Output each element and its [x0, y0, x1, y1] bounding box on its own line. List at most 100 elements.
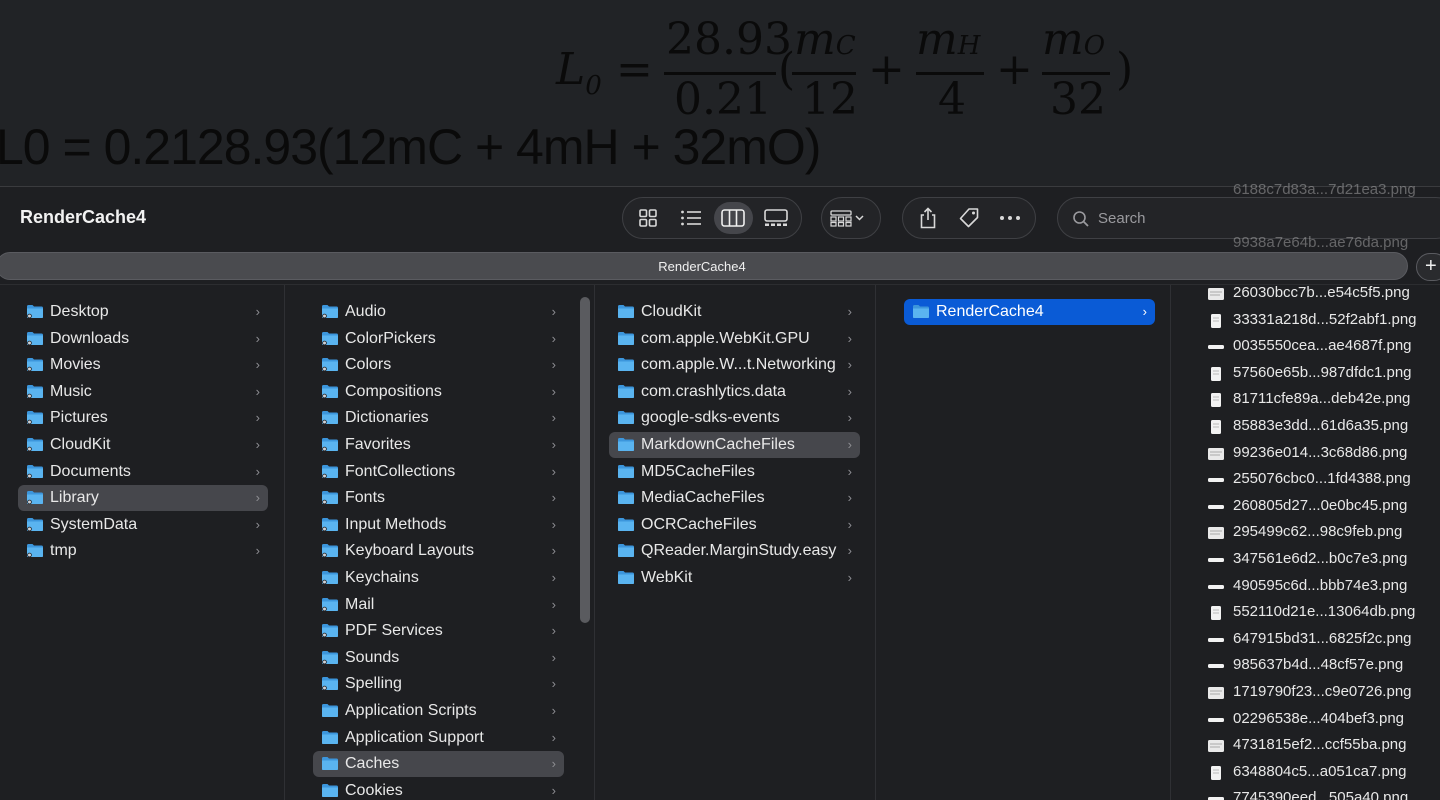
- file-row[interactable]: 347561e6d2...b0c7e3.png: [1208, 547, 1440, 573]
- file-name: 1719790f23...c9e0726.png: [1233, 683, 1412, 700]
- more-actions-button[interactable]: [992, 202, 1029, 234]
- share-icon: [920, 207, 935, 229]
- image-thumbnail-icon: [1208, 478, 1224, 483]
- image-thumbnail-icon: [1211, 606, 1221, 621]
- file-row[interactable]: 7745390eed...505a40.png: [1208, 786, 1440, 800]
- formula-lhs-var: L: [556, 44, 586, 95]
- file-row[interactable]: 260805d27...0e0bc45.png: [1208, 494, 1440, 520]
- formula-term3-num: mO: [1042, 14, 1105, 65]
- tags-button[interactable]: [950, 202, 987, 234]
- tag-icon: [959, 208, 979, 228]
- file-row[interactable]: 85883e3dd...61d6a35.png: [1208, 414, 1440, 440]
- action-group: [902, 197, 1036, 239]
- image-thumbnail-icon: [1208, 558, 1224, 562]
- image-thumbnail-icon: [1208, 664, 1224, 669]
- columns-icon: [721, 209, 746, 227]
- gallery-view-button[interactable]: [757, 202, 796, 234]
- t2-var: m: [916, 14, 958, 65]
- share-button[interactable]: [909, 202, 946, 234]
- tab-rendercache4[interactable]: RenderCache4: [0, 252, 1408, 280]
- image-thumbnail-icon: [1208, 687, 1224, 699]
- file-name: 4731815ef2...ccf55ba.png: [1233, 736, 1407, 754]
- file-row[interactable]: 26030bcc7b...e54c5f5.png: [1208, 281, 1440, 307]
- icon-view-button[interactable]: [629, 202, 668, 234]
- file-name: 57560e65b...987dfdc1.png: [1233, 363, 1412, 381]
- file-name: 99236e014...3c68d86.png: [1233, 443, 1408, 461]
- window-title: RenderCache4: [20, 207, 147, 227]
- image-thumbnail-icon: [1211, 366, 1221, 381]
- list-view-button[interactable]: [672, 202, 711, 234]
- file-row[interactable]: 57560e65b...987dfdc1.png: [1208, 361, 1440, 387]
- image-thumbnail-icon: [1208, 288, 1224, 300]
- search-field[interactable]: Search: [1057, 197, 1440, 239]
- file-name: 347561e6d2...b0c7e3.png: [1233, 550, 1408, 567]
- search-icon: [1073, 211, 1089, 227]
- image-thumbnail-icon: [1208, 504, 1224, 509]
- file-row[interactable]: 552110d21e...13064db.png: [1208, 600, 1440, 626]
- formula-term3-den: 32: [1050, 74, 1106, 125]
- file-row[interactable]: 99236e014...3c68d86.png: [1208, 441, 1440, 467]
- formula-area: L0 = 28.93 0.21 ( mC 12 + mH 4 + mO 32 )…: [0, 0, 1440, 186]
- tab-label: RenderCache4: [658, 259, 746, 274]
- file-row[interactable]: 490595c6d...bbb74e3.png: [1208, 574, 1440, 600]
- file-name: 81711cfe89a...deb42e.png: [1233, 390, 1411, 408]
- image-thumbnail-icon: [1208, 717, 1224, 722]
- image-thumbnail-icon: [1208, 527, 1224, 540]
- file-row[interactable]: 985637b4d...48cf57e.png: [1208, 653, 1440, 679]
- file-name: 85883e3dd...61d6a35.png: [1233, 417, 1409, 434]
- file-name: 985637b4d...48cf57e.png: [1233, 656, 1404, 674]
- file-row[interactable]: 295499c62...98c9feb.png: [1208, 520, 1440, 546]
- formula-open-paren: (: [778, 44, 796, 95]
- list-icon: [680, 210, 701, 226]
- gallery-icon: [763, 209, 788, 226]
- image-thumbnail-icon: [1208, 637, 1224, 642]
- file-name: 552110d21e...13064db.png: [1233, 603, 1416, 621]
- file-row[interactable]: 81711cfe89a...deb42e.png: [1208, 387, 1440, 413]
- formula-term2-den: 4: [938, 74, 966, 125]
- file-name: 7745390eed...505a40.png: [1233, 789, 1409, 800]
- t3-sub: O: [1083, 31, 1106, 61]
- file-row[interactable]: 02296538e...404bef3.png: [1208, 707, 1440, 733]
- formula-plus-1: +: [868, 44, 905, 95]
- image-thumbnail-icon: [1208, 447, 1224, 460]
- t3-var: m: [1042, 14, 1084, 65]
- file-row[interactable]: 33331a218d...52f2abf1.png: [1208, 308, 1440, 334]
- formula-term1-num: mC: [794, 14, 856, 65]
- grid-icon: [639, 209, 658, 227]
- formula-plus-2: +: [996, 44, 1033, 95]
- file-row[interactable]: 255076cbc0...1fd4388.png: [1208, 467, 1440, 493]
- formula-equals: =: [616, 44, 653, 95]
- image-thumbnail-icon: [1211, 393, 1221, 408]
- t2-sub: H: [957, 31, 981, 61]
- file-name: 260805d27...0e0bc45.png: [1233, 496, 1408, 514]
- plain-text-formula: L0 = 0.2128.93(12mC + 4mH + 32mO): [0, 119, 821, 175]
- t1-var: m: [794, 14, 836, 65]
- file-row[interactable]: 4731815ef2...ccf55ba.png: [1208, 733, 1440, 759]
- file-name: 295499c62...98c9feb.png: [1233, 523, 1403, 541]
- image-thumbnail-icon: [1208, 797, 1224, 800]
- formula-term2-num: mH: [916, 14, 980, 65]
- group-grid-icon: [830, 210, 864, 227]
- formula-close-paren: ): [1116, 44, 1134, 95]
- group-by-menu[interactable]: [821, 197, 881, 239]
- view-mode-group: [622, 197, 802, 239]
- file-name: 647915bd31...6825f2c.png: [1233, 629, 1412, 647]
- image-thumbnail-icon: [1208, 584, 1224, 589]
- file-row[interactable]: 1719790f23...c9e0726.png: [1208, 680, 1440, 706]
- column-files: 26030bcc7b...e54c5f5.png 33331a218d...52f…: [0, 284, 1440, 800]
- file-row[interactable]: 6348804c5...a051ca7.png: [1208, 760, 1440, 786]
- file-name: 26030bcc7b...e54c5f5.png: [1233, 284, 1410, 301]
- search-placeholder: Search: [1098, 210, 1146, 227]
- image-thumbnail-icon: [1208, 740, 1224, 753]
- file-name: 0035550cea...ae4687f.png: [1233, 337, 1412, 355]
- file-row[interactable]: 647915bd31...6825f2c.png: [1208, 627, 1440, 653]
- file-row[interactable]: 0035550cea...ae4687f.png: [1208, 334, 1440, 360]
- ellipsis-icon: [1000, 216, 1021, 220]
- formula-lhs: L0: [556, 44, 602, 101]
- column-view-button[interactable]: [714, 202, 753, 234]
- file-name: 255076cbc0...1fd4388.png: [1233, 470, 1411, 488]
- image-thumbnail-icon: [1211, 420, 1221, 434]
- new-tab-button[interactable]: +: [1416, 253, 1440, 281]
- tab-bar: RenderCache4 +: [0, 250, 1440, 284]
- file-name: 02296538e...404bef3.png: [1233, 709, 1404, 727]
